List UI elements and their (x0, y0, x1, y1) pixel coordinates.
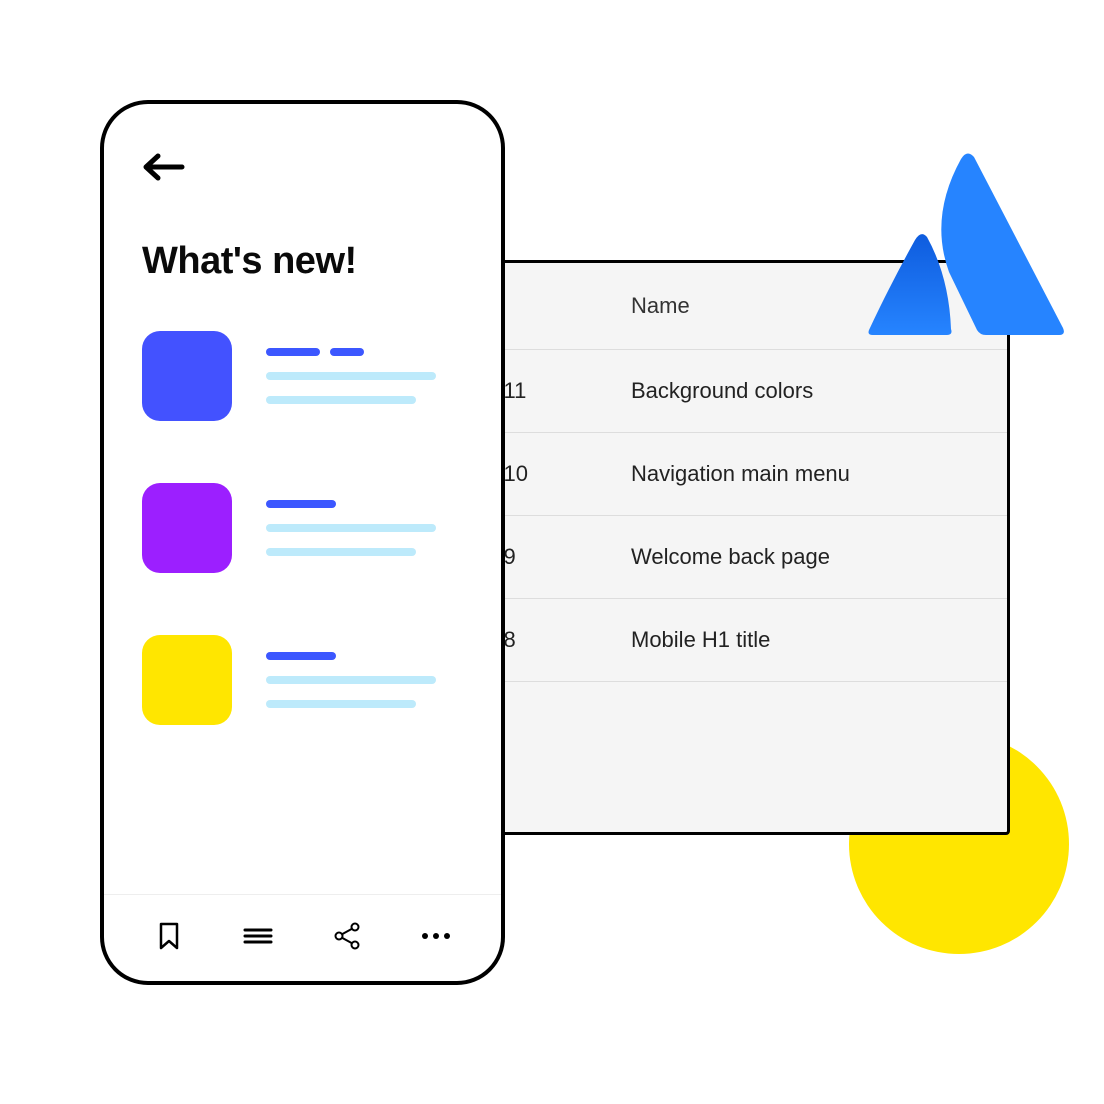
feed-thumbnail (142, 483, 232, 573)
table-row[interactable]: BAN-8 Mobile H1 title (423, 599, 1007, 682)
cell-name: Mobile H1 title (631, 627, 770, 653)
phone-frame: What's new! (100, 100, 505, 985)
feed-placeholder-lines (266, 500, 463, 556)
list-item[interactable] (142, 483, 463, 573)
feed-thumbnail (142, 331, 232, 421)
menu-icon[interactable] (241, 919, 275, 953)
feed-thumbnail (142, 635, 232, 725)
list-item[interactable] (142, 331, 463, 421)
cell-name: Navigation main menu (631, 461, 850, 487)
table-row[interactable]: BAN-10 Navigation main menu (423, 433, 1007, 516)
cell-name: Welcome back page (631, 544, 830, 570)
page-title: What's new! (142, 240, 463, 283)
feed-placeholder-lines (266, 348, 463, 404)
feed-placeholder-lines (266, 652, 463, 708)
share-icon[interactable] (330, 919, 364, 953)
cell-name: Background colors (631, 378, 813, 404)
list-item[interactable] (142, 635, 463, 725)
back-arrow-icon[interactable] (142, 152, 186, 182)
atlassian-logo-icon (859, 152, 1069, 337)
table-row[interactable]: BAN-11 Background colors (423, 350, 1007, 433)
table-row[interactable]: BAN-9 Welcome back page (423, 516, 1007, 599)
column-header-name: Name (631, 293, 690, 319)
feed-list (104, 331, 501, 894)
bookmark-icon[interactable] (152, 919, 186, 953)
issue-table-panel: Code Name BAN-11 Background colors BAN-1… (420, 260, 1010, 835)
more-icon[interactable] (419, 919, 453, 953)
phone-bottom-nav (104, 894, 501, 981)
